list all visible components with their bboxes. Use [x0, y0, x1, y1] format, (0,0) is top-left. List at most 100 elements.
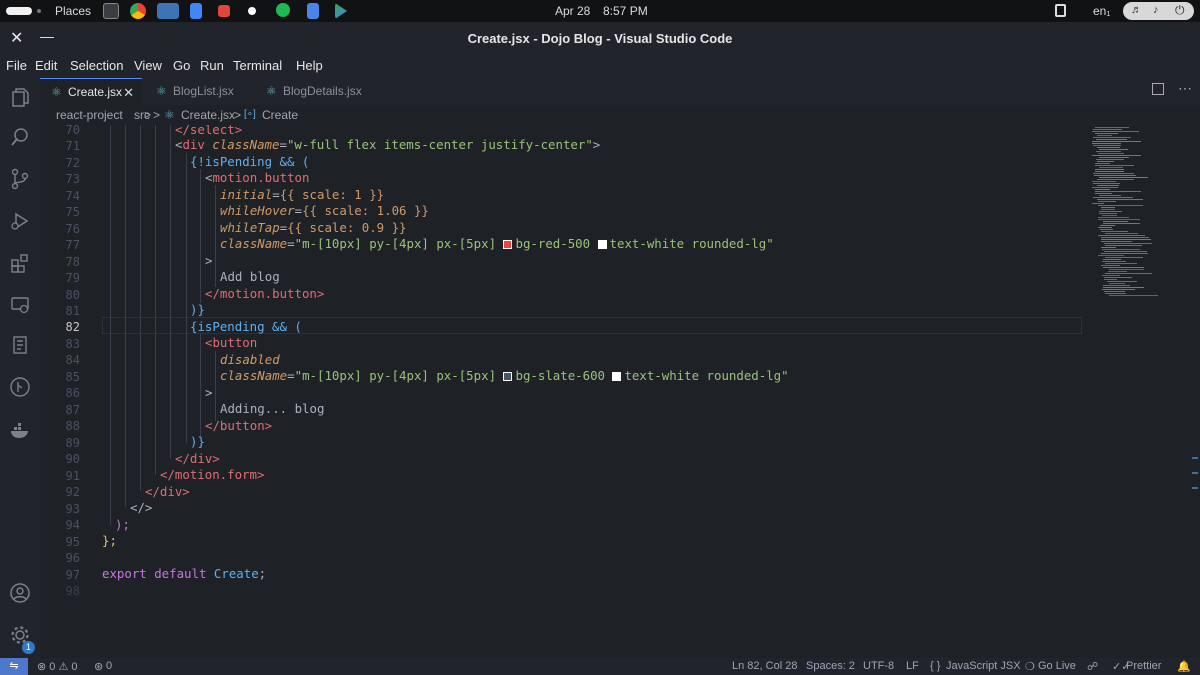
tab-blogdetails-jsx[interactable]: ⚛ BlogDetails.jsx — [255, 78, 375, 105]
split-editor-icon[interactable] — [1152, 83, 1164, 95]
chrome-icon[interactable] — [130, 3, 146, 19]
ports-icon[interactable]: ⊛ — [94, 660, 103, 673]
places-menu[interactable]: Places — [55, 4, 91, 18]
system-controls[interactable]: ♬ ♪ ⏻ — [1123, 2, 1194, 20]
minimap-line — [1105, 263, 1137, 264]
minimap-line — [1092, 181, 1116, 182]
menu-help[interactable]: Help — [296, 58, 323, 73]
explorer-icon[interactable] — [8, 86, 32, 110]
breadcrumb-create-symbol[interactable]: Create — [262, 108, 298, 122]
docs-icon[interactable] — [190, 3, 202, 19]
menu-edit[interactable]: Edit — [35, 58, 57, 73]
minimap-line — [1102, 289, 1135, 290]
color-swatch-white[interactable] — [597, 240, 607, 249]
minimap-line — [1095, 171, 1124, 172]
activities-indicator[interactable] — [6, 7, 32, 15]
minimap-line — [1105, 245, 1142, 246]
minimap-line — [1099, 213, 1117, 214]
search-icon[interactable] — [8, 126, 32, 150]
language-mode[interactable]: JavaScript JSX — [946, 660, 1021, 672]
color-swatch-slate[interactable] — [503, 372, 513, 381]
minimap-line — [1095, 163, 1110, 164]
feedback-icon[interactable]: ☍ — [1087, 660, 1098, 673]
code-line-75: whileHover={{ scale: 1.06 }} — [220, 203, 429, 218]
circle-app-icon[interactable] — [248, 7, 256, 15]
problems-indicator[interactable]: ⊗ 0 ⚠ 0 — [37, 660, 77, 673]
files-icon[interactable] — [103, 3, 119, 19]
code-editor[interactable]: 70 71 72 73 74 75 76 77 78 79 80 81 82 8… — [40, 125, 1190, 658]
minimap[interactable] — [1088, 125, 1178, 300]
notifications-icon[interactable]: 🔔 — [1177, 660, 1191, 673]
tab-create-jsx[interactable]: ⚛ Create.jsx ✕ — [40, 78, 142, 105]
code-line-81: )} — [190, 302, 205, 317]
menu-terminal[interactable]: Terminal — [233, 58, 282, 73]
minimap-line — [1102, 249, 1140, 250]
code-line-95: }; — [102, 533, 117, 548]
menu-file[interactable]: File — [6, 58, 27, 73]
line-number: 77 — [65, 238, 80, 252]
scroll-marker — [1192, 487, 1198, 489]
color-swatch-red[interactable] — [503, 240, 513, 249]
symbol-icon: [∘] — [244, 109, 256, 120]
code-token: {{ scale: 0.9 }} — [287, 220, 407, 235]
line-number: 80 — [65, 288, 80, 302]
line-number: 87 — [65, 403, 80, 417]
git-graph-icon[interactable] — [8, 376, 32, 400]
code-token: }; — [102, 533, 117, 548]
vertical-scrollbar[interactable] — [1190, 125, 1200, 658]
minimap-line — [1092, 155, 1141, 156]
breadcrumb-src[interactable]: src — [134, 108, 150, 122]
clipboard-icon[interactable] — [1055, 4, 1066, 17]
source-control-icon[interactable] — [8, 168, 32, 192]
code-line-93: </> — [130, 500, 152, 515]
time-label[interactable]: 8:57 PM — [603, 4, 648, 18]
code-token: </motion.form> — [160, 467, 265, 482]
breadcrumb-create-jsx[interactable]: Create.jsx — [181, 108, 235, 122]
line-number: 71 — [65, 139, 80, 153]
minimap-line — [1093, 137, 1131, 138]
code-line-87: Adding... blog — [220, 401, 324, 416]
minimap-line — [1109, 269, 1144, 270]
line-number: 96 — [65, 551, 80, 565]
encoding[interactable]: UTF-8 — [863, 660, 894, 672]
menu-view[interactable]: View — [134, 58, 162, 73]
notes-icon[interactable] — [307, 3, 319, 19]
menu-run[interactable]: Run — [200, 58, 224, 73]
extensions-icon[interactable] — [8, 252, 32, 276]
go-live-button[interactable]: Go Live — [1038, 660, 1076, 672]
run-debug-icon[interactable] — [8, 210, 32, 234]
close-tab-icon[interactable]: ✕ — [123, 79, 134, 106]
prettier-button[interactable]: Prettier — [1126, 660, 1161, 672]
testing-icon[interactable] — [8, 334, 32, 358]
remote-icon[interactable]: ⇋ — [0, 658, 28, 675]
minimap-line — [1101, 241, 1132, 242]
line-number: 83 — [65, 337, 80, 351]
tab-bloglist-jsx[interactable]: ⚛ BlogList.jsx — [145, 78, 255, 105]
docker-icon[interactable] — [8, 420, 32, 444]
date-label[interactable]: Apr 28 — [555, 4, 590, 18]
code-token: </> — [130, 500, 153, 515]
broadcast-icon: ❍ — [1025, 661, 1035, 673]
spotify-icon[interactable] — [276, 3, 290, 17]
vscode-icon[interactable] — [157, 3, 179, 19]
color-swatch-white[interactable] — [612, 372, 622, 381]
ports-count[interactable]: 0 — [106, 660, 112, 672]
play-icon[interactable] — [335, 3, 347, 19]
cursor-position[interactable]: Ln 82, Col 28 — [732, 660, 797, 672]
menu-selection[interactable]: Selection — [70, 58, 123, 73]
minimap-line — [1098, 205, 1143, 206]
minimap-line — [1093, 183, 1120, 184]
remote-explorer-icon[interactable] — [8, 294, 32, 318]
code-token: whileHover — [220, 203, 295, 218]
app-icon[interactable] — [218, 5, 230, 17]
accounts-icon[interactable] — [8, 582, 32, 606]
breadcrumb-react-project[interactable]: react-project — [56, 108, 123, 122]
minimap-line — [1101, 207, 1115, 208]
minimap-line — [1099, 195, 1121, 196]
menu-go[interactable]: Go — [173, 58, 190, 73]
braces-icon: { } — [930, 660, 941, 672]
language-indicator[interactable]: en₁ — [1093, 4, 1110, 18]
end-of-line[interactable]: LF — [906, 660, 919, 672]
indentation[interactable]: Spaces: 2 — [806, 660, 855, 672]
more-actions-icon[interactable]: ⋯ — [1178, 80, 1192, 97]
